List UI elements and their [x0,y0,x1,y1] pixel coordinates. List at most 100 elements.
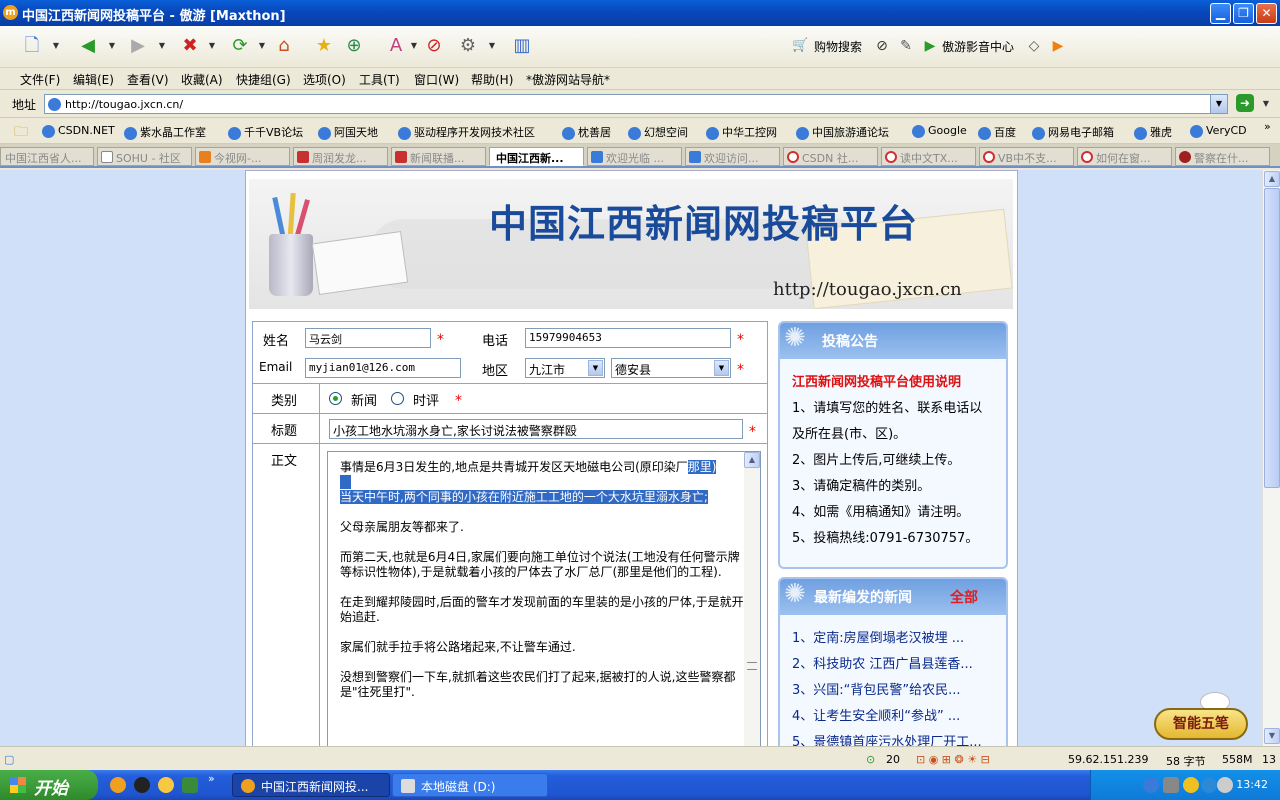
all-news-link[interactable]: 全部 [950,587,978,607]
more-quicklaunch-icon[interactable]: » [208,772,215,785]
new-page-icon[interactable]: 🗋 [18,32,46,60]
tab[interactable]: VB中不支... [979,147,1074,166]
favorite-link[interactable]: 中华工控网 [706,124,777,140]
county-select[interactable]: 德安县 ▼ [611,358,731,378]
umbrella-icon[interactable] [1183,777,1199,793]
favorite-link[interactable]: 幻想空间 [628,124,688,140]
chevron-down-icon[interactable]: ▼ [714,360,729,376]
menu-groups[interactable]: 快捷组(G) [236,71,291,88]
menu-file[interactable]: 文件(F) [20,71,60,88]
news-item-link[interactable]: 4、让考生安全顺利“参战” ... [792,705,960,724]
tools-icon[interactable]: ⚙ [454,32,482,60]
favorite-link[interactable]: 百度 [978,124,1016,140]
back-icon[interactable]: ◀ [74,32,102,60]
address-box[interactable]: ▼ [44,94,1228,114]
favorite-link[interactable]: 中国旅游通论坛 [796,124,889,140]
shopping-search-link[interactable]: 购物搜索 [814,38,862,55]
scroll-up-icon[interactable]: ▲ [744,452,760,468]
chevron-down-icon[interactable]: ▼ [254,32,270,60]
headline-field[interactable]: 小孩工地水坑溺水身亡,家长讨说法被警察群殴 [329,419,743,439]
menu-favorites[interactable]: 收藏(A) [181,71,223,88]
tab[interactable]: 新闻联播... [391,147,486,166]
tab[interactable]: CSDN 社... [783,147,878,166]
news-item-link[interactable]: 1、定南:房屋倒塌老汉被埋 ... [792,627,964,646]
player-icon[interactable]: ▶ [1048,32,1068,60]
radio-news[interactable] [329,392,342,405]
chevron-down-icon[interactable]: ▼ [1210,95,1227,113]
radio-comment[interactable] [391,392,404,405]
forward-icon[interactable]: ▶ [124,32,152,60]
title-bar[interactable]: m 中国江西新闻网投稿平台 - 傲游 [Maxthon] ▁ ❐ ✕ [0,0,1280,26]
email-field[interactable]: myjian01@126.com [305,358,461,378]
news-item-link[interactable]: 2、科技助农 江西广昌县莲香... [792,653,973,672]
menu-help[interactable]: 帮助(H) [471,71,513,88]
menu-options[interactable]: 选项(O) [303,71,346,88]
maximize-button[interactable]: ❐ [1233,3,1254,24]
layout-icon[interactable]: ▥ [508,32,536,60]
minimize-button[interactable]: ▁ [1210,3,1231,24]
history-icon[interactable]: ⊕ [340,32,368,60]
favorite-link[interactable]: 枕善居 [562,124,611,140]
favorite-link[interactable]: 阿国天地 [318,124,378,140]
chevron-down-icon[interactable]: ▼ [104,32,120,60]
page-scrollbar[interactable]: ▲ ▼ [1262,170,1280,746]
favorite-link[interactable]: VeryCD [1190,124,1247,138]
ie-tray-icon[interactable] [1201,777,1217,793]
task-explorer[interactable]: 本地磁盘 (D:) [392,773,548,797]
favorite-link[interactable]: CSDN.NET [42,124,115,138]
favorite-link[interactable]: Google [912,124,967,138]
more-favorites-icon[interactable]: » [1264,120,1271,133]
close-button[interactable]: ✕ [1256,3,1277,24]
tab[interactable]: 如何在窗... [1077,147,1172,166]
favorite-link[interactable]: 千千VB论坛 [228,124,303,140]
shopping-cart-icon[interactable]: 🛒 [792,32,808,60]
news-item-link[interactable]: 5、景德镇首座污水处理厂开工... [792,731,982,746]
favorite-link[interactable]: 紫水晶工作室 [124,124,206,140]
status-icons[interactable]: ⊡ ◉ ⊞ ❂ ☀ ⊟ [916,753,990,766]
ad-block-icon[interactable]: ⊘ [420,32,448,60]
stop-icon[interactable]: ✖ [176,32,204,60]
maxthon-tray-icon[interactable] [1143,777,1159,793]
home-icon[interactable]: ⌂ [270,32,298,60]
compass-icon[interactable]: ⊘ [872,32,892,60]
menu-site-nav[interactable]: *傲游网站导航* [526,71,610,88]
app-icon[interactable] [182,777,198,793]
media-center-link[interactable]: 傲游影音中心 [942,38,1014,55]
tab[interactable]: 警察在什... [1175,147,1270,166]
chevron-down-icon[interactable]: ▼ [1258,90,1274,118]
chevron-down-icon[interactable]: ▼ [48,32,64,60]
link-icon[interactable]: ✎ [896,32,916,60]
scroll-grip-icon[interactable] [747,662,757,670]
tab[interactable]: 读中文TX... [881,147,976,166]
city-select[interactable]: 九江市 ▼ [525,358,605,378]
diamond-icon[interactable]: ◇ [1024,32,1044,60]
favorite-link[interactable]: 驱动程序开发网技术社区 [398,124,535,140]
menu-window[interactable]: 窗口(W) [414,71,459,88]
chevron-down-icon[interactable]: ▼ [204,32,220,60]
chevron-down-icon[interactable]: ▼ [484,32,500,60]
body-textarea[interactable]: 事情是6月3日发生的,地点是共青城开发区天地磁电公司(原印染厂那里) 当天中午时… [327,451,761,746]
tab[interactable]: 中国江西省人... [0,147,94,166]
news-item-link[interactable]: 3、兴国:“背包民警”给农民... [792,679,961,698]
qq-icon[interactable] [134,777,150,793]
tab[interactable]: 欢迎访问... [685,147,780,166]
tab[interactable]: 今视网-... [195,147,290,166]
scroll-down-icon[interactable]: ▼ [1264,728,1280,744]
folder-icon[interactable]: 🗀 [14,121,28,143]
start-button[interactable]: 开始 [0,770,98,800]
menu-view[interactable]: 查看(V) [127,71,169,88]
chevron-down-icon[interactable]: ▼ [588,360,603,376]
tab[interactable]: 周润发龙... [293,147,388,166]
favorite-link[interactable]: 雅虎 [1134,124,1172,140]
ime-logo[interactable]: 智能五笔 [1150,692,1248,742]
refresh-icon[interactable]: ⟳ [226,32,254,60]
tab[interactable]: 欢迎光临 ... [587,147,682,166]
menu-tools[interactable]: 工具(T) [359,71,400,88]
favorites-star-icon[interactable]: ★ [310,32,338,60]
play-icon[interactable]: ▶ [920,32,940,60]
favorite-link[interactable]: 网易电子邮箱 [1032,124,1114,140]
tab[interactable]: SOHU - 社区 [97,147,192,166]
volume-icon[interactable] [1217,777,1233,793]
maxthon-launch-icon[interactable] [110,777,126,793]
name-field[interactable]: 马云剑 [305,328,431,348]
